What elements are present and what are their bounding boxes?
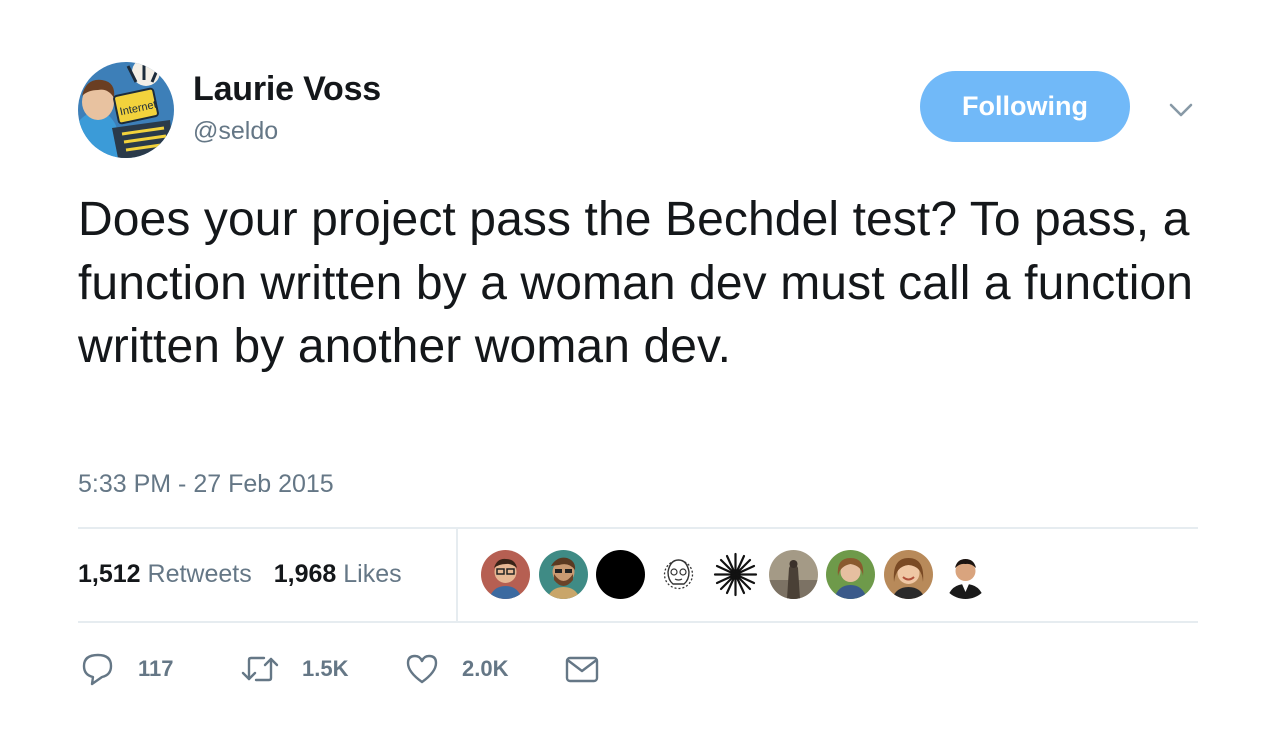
liker-avatar-7[interactable] [826,550,875,599]
tweet-timestamp[interactable]: 5:33 PM - 27 Feb 2015 [78,470,334,499]
liker-avatar-4[interactable] [653,550,703,599]
profile-photo-icon: Internet [78,62,174,158]
tweet-text: Does your project pass the Bechdel test?… [78,193,1194,373]
author-name[interactable]: Laurie Voss [193,70,381,109]
liker-avatar-8[interactable] [883,550,933,599]
envelope-icon [565,656,599,683]
retweets-label: Retweets [147,560,252,588]
liker-avatar-9[interactable] [941,550,990,599]
reply-icon [82,653,113,686]
direct-message-button[interactable] [564,650,600,688]
retweets-stat[interactable]: 1,512 Retweets [78,560,252,589]
likers-list [481,550,990,600]
liker-avatar-6[interactable] [768,550,818,599]
retweet-count: 1.5K [302,656,349,681]
following-button[interactable]: Following [920,71,1130,142]
like-count: 2.0K [462,656,509,681]
liker-avatar-3[interactable] [596,550,645,599]
divider [78,621,1198,623]
divider [78,527,1198,529]
liker-avatar-5[interactable] [711,550,760,599]
likes-count: 1,968 [273,560,337,588]
stats-divider [456,529,458,621]
author-handle[interactable]: @seldo [193,117,278,146]
like-button[interactable]: 2.0K [404,650,508,688]
likes-label: Likes [343,560,402,588]
tweet-card: Internet Laurie Voss @seldo Following Do… [0,0,1270,738]
chevron-down-icon[interactable] [1166,95,1196,125]
retweet-button[interactable]: 1.5K [240,650,348,688]
likes-stat[interactable]: 1,968 Likes [274,560,402,589]
author-avatar[interactable]: Internet [78,62,174,158]
liker-avatar-2[interactable] [538,550,588,599]
heart-icon [406,654,438,684]
reply-button[interactable]: 117 [80,650,174,688]
retweet-icon [241,656,279,682]
tweet-stats: 1,512 Retweets 1,968 Likes [78,560,402,589]
liker-avatar-1[interactable] [481,550,530,599]
reply-count: 117 [138,656,174,681]
retweets-count: 1,512 [78,560,141,588]
